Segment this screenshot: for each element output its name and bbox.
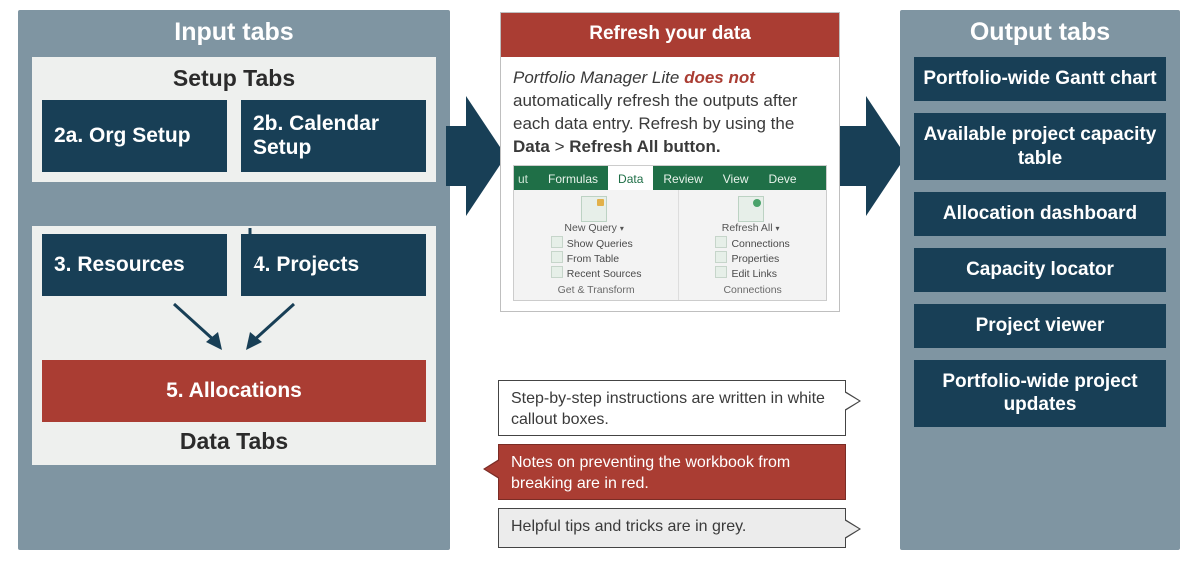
tile-allocations: 5. Allocations [42,360,426,422]
callout-white: Step-by-step instructions are written in… [498,380,846,436]
from-table-button[interactable]: From Table [551,251,642,266]
callout-white-text: Step-by-step instructions are written in… [511,390,825,428]
show-queries-button[interactable]: Show Queries [551,236,642,251]
refresh-bold-data: Data [513,137,550,156]
ribbon-tab-formulas[interactable]: Formulas [538,166,608,190]
callout-grey-text: Helpful tips and tricks are in grey. [511,518,746,535]
does-not-text: does not [684,68,755,87]
tile-org-setup: 2a. Org Setup [42,100,227,172]
excel-ribbon: ut Formulas Data Review View Deve New Qu… [513,165,827,301]
ribbon-group-get-transform: New Query ▾ Show Queries From Table Rece… [514,190,679,300]
product-name: Portfolio Manager Lite [513,68,679,87]
ribbon-group-connections: Refresh All ▾ Connections Properties Edi… [679,190,826,300]
recent-sources-button[interactable]: Recent Sources [551,266,642,281]
tile-allocations-label: 5. Allocations [166,379,302,403]
edit-links-button[interactable]: Edit Links [715,266,789,281]
tile-calendar-setup-label: 2b. Calendar Setup [253,112,414,160]
output-item-allocation-dashboard: Allocation dashboard [914,192,1166,236]
output-item-project-updates: Portfolio-wide project updates [914,360,1166,428]
refresh-bold-button: Refresh All button. [569,137,720,156]
data-tabs-subpanel: 3. Resources 4. Projects 5. Allocations … [32,226,436,465]
input-tabs-title: Input tabs [18,10,450,57]
output-tabs-title: Output tabs [900,10,1180,57]
refresh-card-header: Refresh your data [501,13,839,57]
arrows-merge-icon [104,300,364,358]
input-tabs-panel: Input tabs Setup Tabs 2a. Org Setup 2b. … [18,10,450,550]
connections-group-label: Connections [685,281,820,298]
callout-red: Notes on preventing the workbook from br… [498,444,846,500]
output-item-gantt: Portfolio-wide Gantt chart [914,57,1166,101]
setup-tabs-subpanel: Setup Tabs 2a. Org Setup 2b. Calendar Se… [32,57,436,182]
refresh-card: Refresh your data Portfolio Manager Lite… [500,12,840,312]
refresh-all-label: Refresh All ▾ [722,223,780,234]
new-query-icon [581,196,607,222]
tile-calendar-setup: 2b. Calendar Setup [241,100,426,172]
ribbon-tab-layout[interactable]: ut [514,166,538,190]
tile-resources-label: 3. Resources [54,253,185,277]
data-tabs-title: Data Tabs [42,428,426,455]
refresh-all-icon [738,196,764,222]
connections-button[interactable]: Connections [715,236,789,251]
output-item-capacity-locator: Capacity locator [914,248,1166,292]
get-transform-group-label: Get & Transform [520,281,672,298]
tile-resources: 3. Resources [42,234,227,296]
tile-projects-label: 4. Projects [253,253,359,277]
flow-arrow-right-icon [446,96,506,216]
output-item-capacity-table: Available project capacity table [914,113,1166,181]
setup-tabs-title: Setup Tabs [42,65,426,92]
ribbon-tab-view[interactable]: View [713,166,759,190]
flow-arrow-right-icon [832,96,906,216]
ribbon-tabs: ut Formulas Data Review View Deve [514,166,826,190]
tile-projects: 4. Projects [241,234,426,296]
refresh-sep: > [550,137,569,156]
properties-button[interactable]: Properties [715,251,789,266]
tile-org-setup-label: 2a. Org Setup [54,124,191,148]
new-query-button[interactable]: New Query ▾ [564,194,623,234]
ribbon-tab-developer[interactable]: Deve [759,166,807,190]
refresh-body-rest: automatically refresh the outputs after … [513,91,797,133]
output-tabs-panel: Output tabs Portfolio-wide Gantt chart A… [900,10,1180,550]
new-query-label: New Query ▾ [564,223,623,234]
ribbon-tab-review[interactable]: Review [653,166,712,190]
ribbon-tab-data[interactable]: Data [608,166,653,190]
refresh-all-button[interactable]: Refresh All ▾ [722,194,780,234]
output-item-project-viewer: Project viewer [914,304,1166,348]
callout-grey: Helpful tips and tricks are in grey. [498,508,846,548]
refresh-card-body: Portfolio Manager Lite does not automati… [501,57,839,311]
callout-red-text: Notes on preventing the workbook from br… [511,454,790,492]
